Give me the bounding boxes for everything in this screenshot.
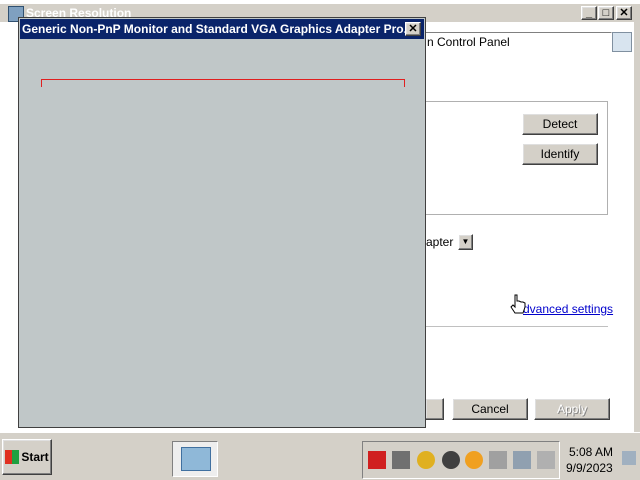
dialog-title: Generic Non-PnP Monitor and Standard VGA… bbox=[22, 22, 414, 36]
address-text: n Control Panel bbox=[427, 35, 510, 49]
start-button[interactable]: Start bbox=[2, 439, 52, 475]
apply-button[interactable]: Apply bbox=[534, 398, 610, 420]
media-icon[interactable] bbox=[465, 451, 483, 469]
clock-date: 9/9/2023 bbox=[566, 461, 613, 475]
close-button[interactable]: ✕ bbox=[616, 6, 632, 20]
taskbar-app-button[interactable] bbox=[172, 441, 218, 477]
cancel-button[interactable]: Cancel bbox=[452, 398, 528, 420]
dialog-title-bar: Generic Non-PnP Monitor and Standard VGA… bbox=[20, 19, 424, 39]
display-select[interactable]: apter ▼ bbox=[426, 233, 474, 251]
mouse-cursor-icon bbox=[510, 294, 526, 314]
window-right-border bbox=[634, 22, 640, 432]
volume-icon[interactable] bbox=[537, 451, 555, 469]
antivirus-icon[interactable] bbox=[368, 451, 386, 469]
dialog-close-button[interactable]: ✕ bbox=[405, 22, 421, 36]
chevron-down-icon[interactable]: ▼ bbox=[458, 234, 473, 250]
show-desktop-icon[interactable] bbox=[622, 451, 636, 465]
network-icon[interactable] bbox=[392, 451, 410, 469]
key-icon[interactable] bbox=[417, 451, 435, 469]
connection-icon[interactable] bbox=[513, 451, 531, 469]
security-icon[interactable] bbox=[489, 451, 507, 469]
refresh-icon[interactable] bbox=[612, 32, 632, 52]
start-label: Start bbox=[21, 450, 49, 464]
update-icon[interactable] bbox=[442, 451, 460, 469]
properties-dialog: Generic Non-PnP Monitor and Standard VGA… bbox=[18, 17, 426, 428]
minimize-button[interactable]: _ bbox=[581, 6, 597, 20]
address-bar[interactable]: n Control Panel bbox=[420, 32, 612, 52]
taskbar: Start 5:08 AM 9/9/2023 bbox=[0, 432, 640, 480]
display-select-value: apter bbox=[426, 235, 454, 249]
windows-logo-icon bbox=[5, 450, 20, 464]
advanced-settings-link[interactable]: dvanced settings bbox=[523, 302, 613, 316]
screen-resolution-app-icon bbox=[181, 447, 211, 471]
clock-time: 5:08 AM bbox=[569, 445, 614, 459]
maximize-button[interactable]: □ bbox=[598, 6, 614, 20]
separator-line bbox=[426, 326, 608, 327]
ok-button-partial[interactable] bbox=[426, 398, 444, 420]
identify-button[interactable]: Identify bbox=[522, 143, 598, 165]
tab-panel-outline bbox=[41, 79, 405, 87]
detect-button[interactable]: Detect bbox=[522, 113, 598, 135]
